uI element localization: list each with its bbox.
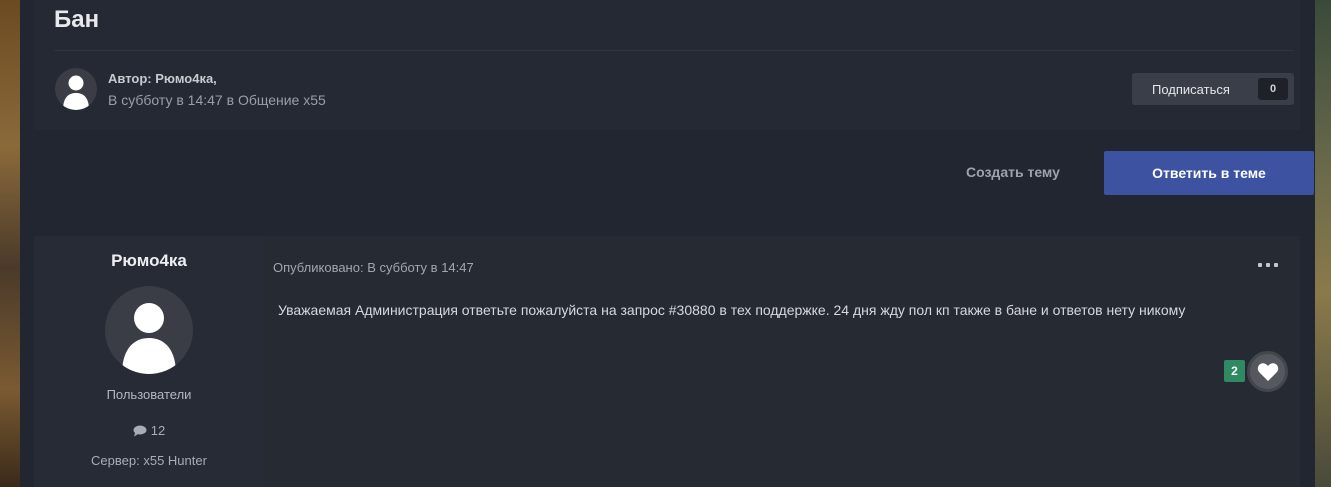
more-icon[interactable] [1258,258,1278,272]
subscribe-button[interactable]: Подписаться 0 [1132,73,1294,105]
like-button[interactable] [1247,351,1288,392]
post-author-panel: Рюмо4ка Пользователи 12 Сервер: x55 Hunt… [34,236,264,487]
topic-date-forum: В субботу в 14:47 в Общение x55 [108,92,326,108]
poster-post-count: 12 [34,423,264,438]
page-title: Бан [54,6,100,33]
poster-avatar[interactable] [105,286,193,374]
create-topic-button[interactable]: Создать тему [966,164,1060,180]
author-avatar[interactable] [55,68,97,110]
user-silhouette-icon [122,303,176,374]
header-divider [54,50,1294,51]
post-body: Опубликовано: В субботу в 14:47 Уважаема… [264,236,1300,487]
background-art-left [0,0,20,487]
post-text: Уважаемая Администрация ответьте пожалуй… [278,302,1186,318]
comment-icon [133,425,147,436]
subscribe-label: Подписаться [1152,81,1230,97]
heart-icon [1257,362,1278,381]
page-content: Бан Автор: Рюмо4ка, В субботу в 14:47 в … [20,0,1315,487]
topic-header: Бан Автор: Рюмо4ка, В субботу в 14:47 в … [34,0,1300,130]
like-count-badge[interactable]: 2 [1224,360,1245,382]
poster-group: Пользователи [106,387,192,402]
post-published[interactable]: Опубликовано: В субботу в 14:47 [273,260,474,275]
reply-button[interactable]: Ответить в теме [1104,151,1314,195]
background-art-right [1315,0,1331,487]
poster-post-count-value: 12 [150,423,166,438]
topic-author[interactable]: Автор: Рюмо4ка, [108,71,217,86]
subscribe-count: 0 [1258,78,1288,100]
user-silhouette-icon [63,75,89,110]
poster-server: Сервер: x55 Hunter [91,453,207,468]
poster-name[interactable]: Рюмо4ка [34,251,264,271]
